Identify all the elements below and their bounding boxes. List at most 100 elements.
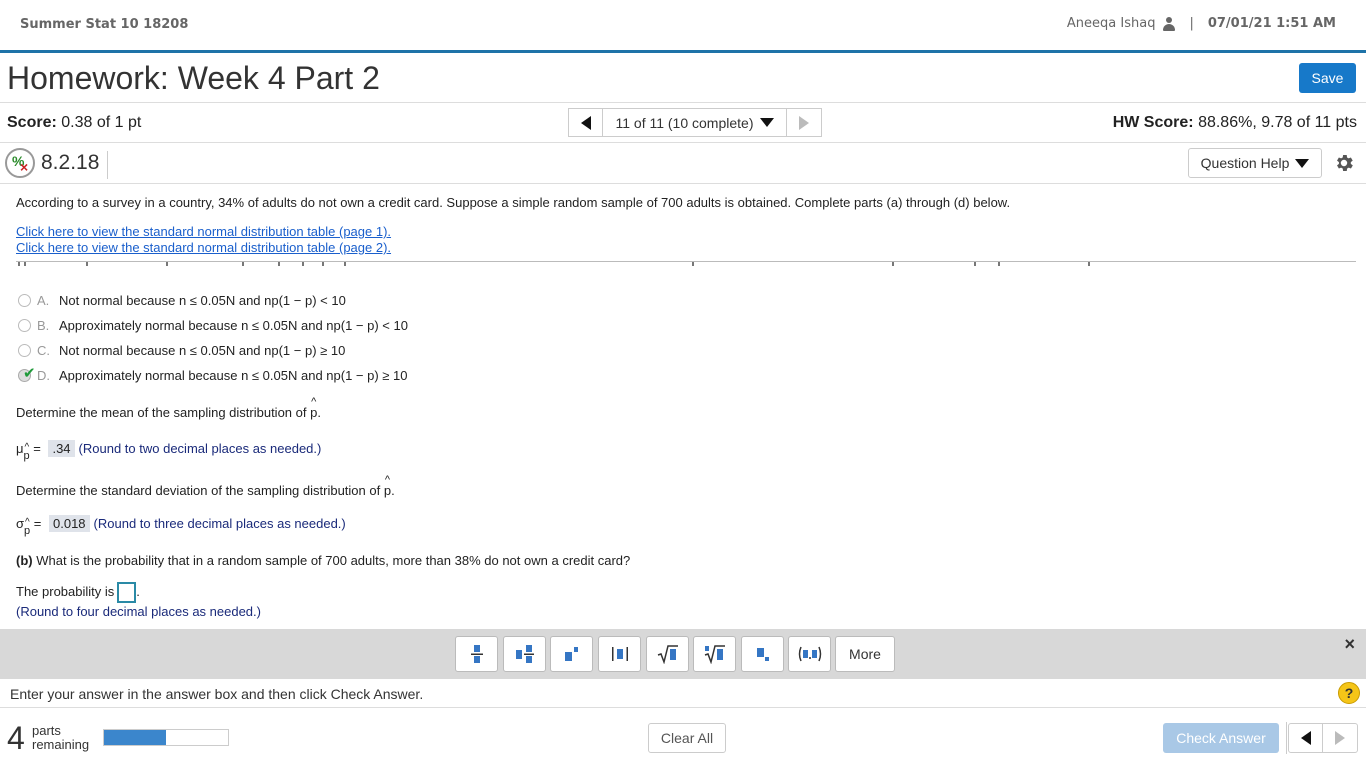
parts-progress-bar <box>103 729 229 746</box>
subscript-icon <box>756 648 769 661</box>
option-b-radio[interactable] <box>18 318 31 332</box>
mixed-number-icon <box>515 645 534 663</box>
normal-table-link-page-2[interactable]: Click here to view the standard normal d… <box>16 240 391 255</box>
user-icon <box>1163 16 1176 31</box>
user-box: Aneeqa Ishaq | 07/01/21 1:51 AM <box>1067 16 1336 31</box>
nth-root-icon <box>704 645 725 664</box>
ordered-pair-button[interactable] <box>788 636 831 672</box>
question-help-button[interactable]: Question Help <box>1188 148 1322 178</box>
probability-line: The probability is. <box>16 582 140 603</box>
hw-score-value: 88.86%, 9.78 of 11 pts <box>1198 114 1357 131</box>
exponent-icon <box>564 647 578 661</box>
caret-down-icon <box>759 118 774 127</box>
score-row: Score: 0.38 of 1 pt 11 of 11 (10 complet… <box>0 103 1366 143</box>
question-list-dropdown[interactable]: 11 of 11 (10 complete) <box>603 109 787 136</box>
partial-credit-icon: % × <box>5 148 35 178</box>
parts-remaining-count: 4 <box>7 720 25 756</box>
question-navigator: 11 of 11 (10 complete) <box>568 108 822 137</box>
page-title: Homework: Week 4 Part 2 <box>7 60 380 96</box>
clipped-text-fragment <box>16 262 1356 267</box>
option-b[interactable]: B. Approximately normal because n ≤ 0.05… <box>18 316 408 334</box>
option-d-text: Approximately normal because n ≤ 0.05N a… <box>59 367 408 383</box>
option-c-text: Not normal because n ≤ 0.05N and np(1 − … <box>59 342 346 358</box>
question-help-label: Question Help <box>1200 155 1290 171</box>
absolute-value-icon <box>611 647 628 661</box>
arrow-left-icon <box>580 115 591 130</box>
ordered-pair-icon <box>798 646 821 662</box>
course-name: Summer Stat 10 18208 <box>20 17 189 32</box>
title-row: Homework: Week 4 Part 2 Save <box>0 53 1366 103</box>
parts-remaining-label: parts remaining <box>32 723 90 752</box>
question-id: 8.2.18 <box>41 151 109 179</box>
option-c-radio[interactable] <box>18 343 31 357</box>
sd-answer: 0.018 <box>49 515 90 532</box>
mean-hint: (Round to two decimal places as needed.) <box>78 441 322 456</box>
help-icon[interactable]: ? <box>1338 682 1360 704</box>
previous-part-button[interactable] <box>1289 724 1324 752</box>
mean-answer-line: μ ^ p = .34 (Round to two decimal places as… <box>16 440 322 462</box>
progress-fill <box>104 730 166 745</box>
caret-down-icon <box>1295 158 1310 168</box>
fraction-icon <box>470 645 483 663</box>
option-d-radio[interactable]: ✔ <box>18 365 36 382</box>
absolute-value-button[interactable] <box>598 636 641 672</box>
option-a-radio[interactable] <box>18 293 31 307</box>
score-value: 0.38 of 1 pt <box>61 114 142 131</box>
option-d-letter: D. <box>37 367 50 383</box>
hw-score: HW Score: 88.86%, 9.78 of 11 pts <box>1113 114 1357 132</box>
fraction-button[interactable] <box>455 636 498 672</box>
footer-divider <box>0 707 1366 708</box>
option-c-letter: C. <box>37 342 50 358</box>
arrow-right-icon <box>1335 731 1345 745</box>
arrow-right-icon <box>799 115 809 130</box>
footer-separator <box>1286 722 1287 754</box>
header-separator: | <box>1189 16 1194 31</box>
close-toolbar-icon[interactable]: × <box>1344 634 1355 655</box>
square-root-icon <box>657 645 678 664</box>
question-intro: According to a survey in a country, 34% … <box>16 195 1011 210</box>
normal-table-link-page-1[interactable]: Click here to view the standard normal d… <box>16 224 391 239</box>
subscript-button[interactable] <box>741 636 784 672</box>
option-b-letter: B. <box>37 317 50 333</box>
datetime: 07/01/21 1:51 AM <box>1207 16 1336 31</box>
top-bar: Summer Stat 10 18208 Aneeqa Ishaq | 07/0… <box>0 0 1366 50</box>
mean-answer: .34 <box>48 440 75 457</box>
mixed-number-button[interactable] <box>503 636 546 672</box>
previous-question-button[interactable] <box>569 109 603 136</box>
math-toolbar: More × <box>0 629 1366 679</box>
score-label: Score: <box>7 114 57 131</box>
probability-input[interactable] <box>117 582 137 603</box>
sd-prompt: Determine the standard deviation of the … <box>16 474 395 498</box>
correct-check-icon: ✔ <box>23 364 36 382</box>
next-question-button[interactable] <box>787 109 821 136</box>
arrow-left-icon <box>1300 731 1311 745</box>
question-score: Score: 0.38 of 1 pt <box>7 114 141 132</box>
sd-symbol: σ ^ p <box>16 516 31 537</box>
probability-hint: (Round to four decimal places as needed.… <box>16 604 261 619</box>
part-navigator <box>1288 723 1358 753</box>
square-root-button[interactable] <box>646 636 689 672</box>
gear-icon[interactable] <box>1333 152 1355 174</box>
more-button[interactable]: More <box>835 636 895 672</box>
mean-symbol: μ ^ p <box>16 441 30 462</box>
question-position: 11 of 11 (10 complete) <box>615 114 754 131</box>
sd-hint: (Round to three decimal places as needed… <box>93 516 346 531</box>
option-a-text: Not normal because n ≤ 0.05N and np(1 − … <box>59 292 346 308</box>
mean-prompt: Determine the mean of the sampling distr… <box>16 396 321 420</box>
option-c[interactable]: C. Not normal because n ≤ 0.05N and np(1… <box>18 341 345 359</box>
exponent-button[interactable] <box>550 636 593 672</box>
sd-answer-line: σ ^ p = 0.018 (Round to three decimal place… <box>16 515 346 537</box>
check-answer-button[interactable]: Check Answer <box>1163 723 1279 753</box>
hw-score-label: HW Score: <box>1112 114 1194 131</box>
status-message: Enter your answer in the answer box and … <box>10 686 424 702</box>
clear-all-button[interactable]: Clear All <box>648 723 726 753</box>
part-b-question: (b) What is the probability that in a ra… <box>16 553 631 568</box>
question-header: % × 8.2.18 Question Help <box>0 143 1366 184</box>
option-a[interactable]: A. Not normal because n ≤ 0.05N and np(1… <box>18 291 346 309</box>
option-d[interactable]: ✔ D. Approximately normal because n ≤ 0.… <box>18 365 408 384</box>
next-part-button[interactable] <box>1323 724 1357 752</box>
nth-root-button[interactable] <box>693 636 736 672</box>
user-name[interactable]: Aneeqa Ishaq <box>1067 16 1156 31</box>
save-button[interactable]: Save <box>1299 63 1356 93</box>
option-b-text: Approximately normal because n ≤ 0.05N a… <box>59 317 408 333</box>
